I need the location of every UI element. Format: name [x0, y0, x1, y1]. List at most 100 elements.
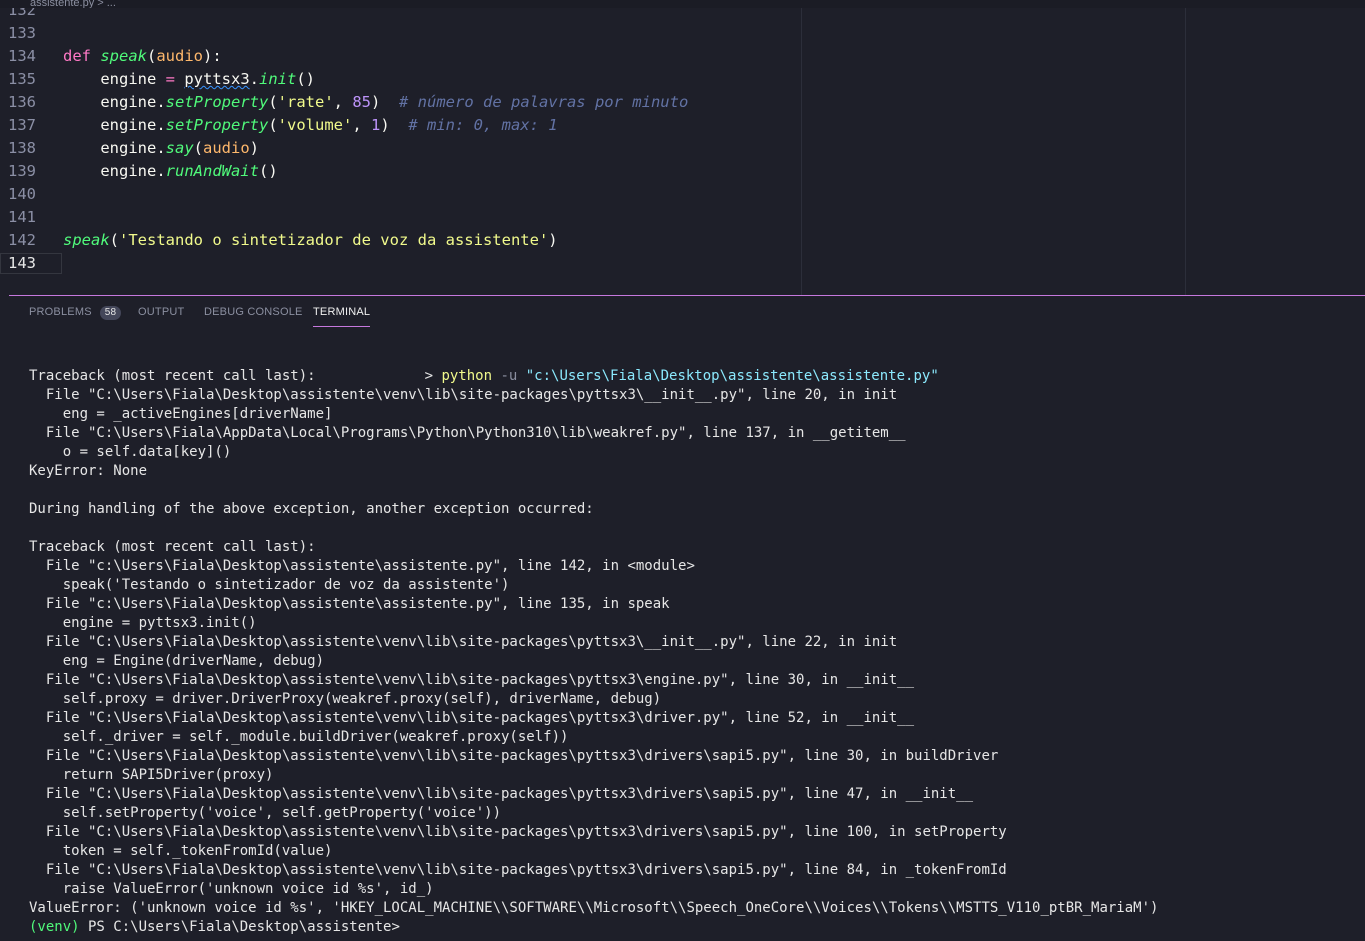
- code-editor[interactable]: 132 133 134 def speak(audio): 135 engine = p…: [0, 8, 1365, 295]
- code-line[interactable]: 132: [0, 8, 800, 22]
- code-token: 85: [352, 93, 371, 111]
- code-token: setProperty: [165, 116, 269, 134]
- code-token: audio: [156, 47, 204, 65]
- tab-terminal[interactable]: TERMINAL: [313, 306, 371, 327]
- code-line[interactable]: 133: [0, 22, 800, 45]
- terminal-line: eng = Engine(driverName, debug): [29, 653, 325, 669]
- tab-label: OUTPUT: [138, 306, 185, 318]
- command-flag: -u: [492, 368, 526, 384]
- line-number: 138: [8, 139, 36, 157]
- terminal-line: File "C:\Users\Fiala\Desktop\assistente\…: [29, 672, 915, 688]
- code-line[interactable]: 139 engine.runAndWait(): [0, 160, 800, 183]
- code-token: (: [268, 116, 278, 134]
- terminal-line: self._driver = self._module.buildDriver(…: [29, 729, 569, 745]
- terminal-line: File "C:\Users\Fiala\AppData\Local\Progr…: [29, 425, 906, 441]
- code-token: say: [165, 139, 194, 157]
- terminal-line: self.setProperty('voice', self.getProper…: [29, 805, 502, 821]
- terminal-line: engine = pyttsx3.init(): [29, 615, 257, 631]
- command-prefix: >: [424, 368, 442, 384]
- code-token: ,: [333, 93, 353, 111]
- terminal-line: File "C:\Users\Fiala\Desktop\assistente\…: [29, 710, 915, 726]
- code-token: 1: [370, 116, 381, 134]
- code-token: engine: [63, 70, 166, 88]
- code-line[interactable]: 135 engine = pyttsx3.init(): [0, 68, 800, 91]
- tab-debug-console[interactable]: DEBUG CONSOLE: [204, 306, 303, 318]
- code-token: ):: [203, 47, 222, 65]
- bottom-panel: PROBLEMS 58 OUTPUT DEBUG CONSOLE TERMINAL…: [9, 296, 1365, 941]
- terminal-line: File "C:\Users\Fiala\Desktop\assistente\…: [29, 824, 1007, 840]
- code-line[interactable]: 134 def speak(audio):: [0, 45, 800, 68]
- terminal-line: During handling of the above exception, …: [29, 501, 594, 517]
- code-token: (: [109, 231, 120, 249]
- line-number: 139: [8, 162, 36, 180]
- line-number: 137: [8, 116, 36, 134]
- terminal-line: ValueError: ('unknown voice id %s', 'HKE…: [29, 900, 1159, 916]
- code-token: init: [259, 70, 297, 88]
- code-line[interactable]: 140: [0, 183, 800, 206]
- line-number: 142: [8, 231, 36, 249]
- line-number: 135: [8, 70, 36, 88]
- code-token: speak: [63, 231, 110, 249]
- line-number: 140: [8, 185, 36, 203]
- terminal-line: File "c:\Users\Fiala\Desktop\assistente\…: [29, 596, 670, 612]
- code-token: setProperty: [165, 93, 269, 111]
- terminal-line: return SAPI5Driver(proxy): [29, 767, 274, 783]
- line-number: 132: [8, 8, 36, 19]
- prompt-path: PS C:\Users\Fiala\Desktop\assistente>: [79, 919, 400, 935]
- tab-problems[interactable]: PROBLEMS 58: [29, 306, 122, 320]
- code-token: 'Testando o sintetizador de voz da assis…: [119, 231, 549, 249]
- code-token: # número de palavras por minuto: [399, 93, 689, 111]
- command-path: "c:\Users\Fiala\Desktop\assistente\assis…: [525, 368, 939, 384]
- tab-label: DEBUG CONSOLE: [204, 306, 303, 318]
- line-number: 134: [8, 47, 36, 65]
- breadcrumb[interactable]: assistente.py > ...: [0, 0, 1365, 8]
- code-token: engine.: [63, 162, 166, 180]
- code-token: ,: [352, 116, 371, 134]
- terminal-line: self.proxy = driver.DriverProxy(weakref.…: [29, 691, 662, 707]
- code-token: (): [258, 162, 278, 180]
- terminal-line: Traceback (most recent call last):: [29, 539, 316, 555]
- code-text: engine.setProperty('volume', 1) # min: 0…: [63, 114, 557, 137]
- editor-ruler: [801, 8, 802, 295]
- code-line[interactable]: 137 engine.setProperty('volume', 1) # mi…: [0, 114, 800, 137]
- code-line[interactable]: 136 engine.setProperty('rate', 85) # núm…: [0, 91, 800, 114]
- venv-indicator: (venv): [29, 919, 80, 935]
- code-token: (: [268, 93, 278, 111]
- line-number: 141: [8, 208, 36, 226]
- code-token: ): [371, 93, 399, 111]
- code-token: audio: [203, 139, 250, 157]
- code-line[interactable]: 143: [0, 252, 800, 275]
- terminal-line: File "C:\Users\Fiala\Desktop\assistente\…: [29, 862, 1007, 878]
- terminal-line: Traceback (most recent call last):: [29, 368, 316, 384]
- code-token: 'volume': [277, 116, 353, 134]
- terminal-line: KeyError: None: [29, 463, 148, 479]
- terminal-output[interactable]: > python -u "c:\Users\Fiala\Desktop\assi…: [29, 348, 1158, 935]
- code-token: pyttsx3: [184, 70, 250, 88]
- terminal-line: File "c:\Users\Fiala\Desktop\assistente\…: [29, 558, 695, 574]
- line-number: 133: [8, 24, 36, 42]
- code-line[interactable]: 141: [0, 206, 800, 229]
- code-token: ): [548, 231, 558, 249]
- code-line[interactable]: 142 speak('Testando o sintetizador de voz…: [0, 229, 800, 252]
- terminal-line: File "C:\Users\Fiala\Desktop\assistente\…: [29, 786, 974, 802]
- code-token: speak: [100, 47, 147, 65]
- problems-count-badge: 58: [99, 306, 122, 320]
- code-token: ): [380, 116, 409, 134]
- code-token: (: [147, 47, 157, 65]
- terminal-line: raise ValueError('unknown voice id %s', …: [29, 881, 434, 897]
- code-token: engine.: [63, 139, 166, 157]
- code-text: def speak(audio):: [63, 45, 222, 68]
- tab-label: PROBLEMS: [29, 306, 92, 318]
- code-token: engine.: [63, 116, 166, 134]
- terminal-line: eng = _activeEngines[driverName]: [29, 406, 333, 422]
- terminal-prompt[interactable]: (venv) PS C:\Users\Fiala\Desktop\assiste…: [29, 918, 400, 937]
- code-line[interactable]: 138 engine.say(audio): [0, 137, 800, 160]
- command-name: python: [441, 368, 493, 384]
- code-token: runAndWait: [165, 162, 259, 180]
- terminal-line: File "C:\Users\Fiala\Desktop\assistente\…: [29, 634, 898, 650]
- code-text: engine.runAndWait(): [63, 160, 278, 183]
- terminal-line: File "C:\Users\Fiala\Desktop\assistente\…: [29, 387, 898, 403]
- tab-output[interactable]: OUTPUT: [138, 306, 184, 318]
- code-text: speak('Testando o sintetizador de voz da…: [63, 229, 558, 252]
